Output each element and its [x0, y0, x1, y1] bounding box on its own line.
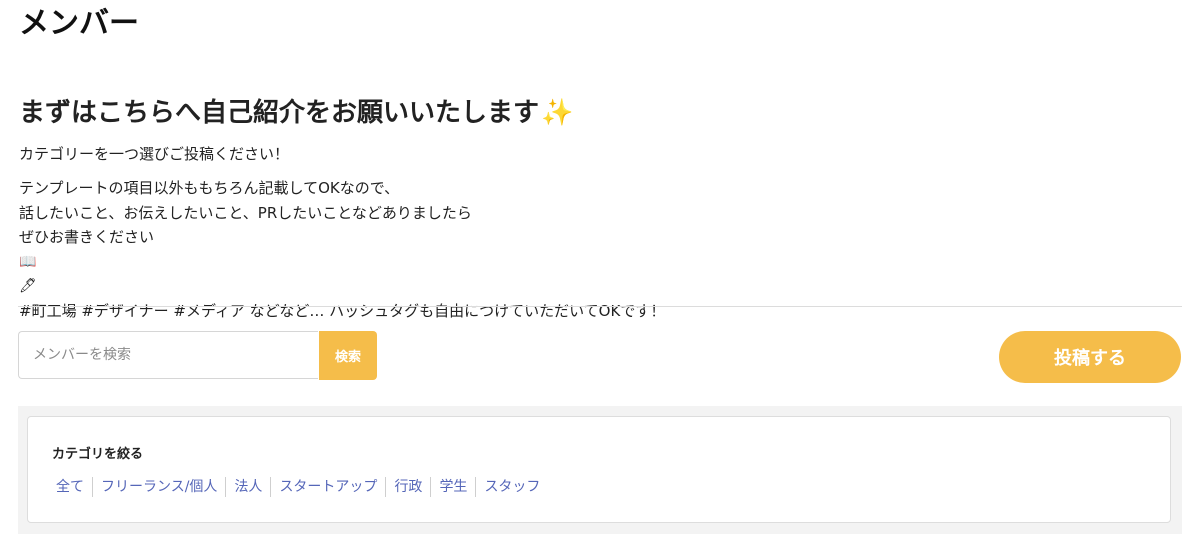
category-filter-card: カテゴリを絞る 全て フリーランス/個人 法人 スタートアップ 行政 学生 スタ…	[27, 416, 1171, 523]
intro-line: テンプレートの項目以外ももちろん記載してOKなので、	[19, 179, 400, 197]
intro-body: テンプレートの項目以外ももちろん記載してOKなので、 話したいこと、お伝えしたい…	[19, 176, 665, 323]
book-icon: 📖	[19, 253, 37, 270]
category-link-staff[interactable]: スタッフ	[475, 477, 548, 497]
category-filter-list: 全て フリーランス/個人 法人 スタートアップ 行政 学生 スタッフ	[48, 477, 548, 497]
page-title: メンバー	[19, 6, 139, 41]
category-filter-area: カテゴリを絞る 全て フリーランス/個人 法人 スタートアップ 行政 学生 スタ…	[18, 406, 1182, 534]
divider	[18, 306, 1182, 307]
intro-heading-text: まずはこちらへ自己紹介をお願いいたします	[19, 98, 540, 128]
intro-lead: カテゴリーを一つ選びご投稿ください！	[19, 145, 290, 163]
post-button[interactable]: 投稿する	[999, 331, 1181, 383]
category-link-freelance[interactable]: フリーランス/個人	[92, 477, 225, 497]
intro-line-text: ぜひお書きください	[19, 228, 155, 246]
member-search-input[interactable]	[18, 331, 318, 379]
pen-icon: 🖊	[19, 278, 37, 294]
category-link-all[interactable]: 全て	[48, 477, 92, 497]
intro-line: #町工場 #デザイナー #メディア などなど… ハッシュタグも自由につけていただ…	[19, 301, 666, 320]
search-button[interactable]: 検索	[319, 331, 377, 380]
sparkles-icon: ✨	[541, 98, 574, 128]
category-link-government[interactable]: 行政	[385, 477, 430, 497]
category-filter-title: カテゴリを絞る	[52, 447, 144, 462]
intro-line: 話したいこと、お伝えしたいこと、PRしたいことなどありましたら	[19, 203, 472, 222]
category-link-startup[interactable]: スタートアップ	[270, 477, 385, 497]
category-link-corporate[interactable]: 法人	[225, 477, 270, 497]
intro-line: ぜひお書きください 📖 🖊	[19, 225, 665, 299]
intro-heading: まずはこちらへ自己紹介をお願いいたします✨	[19, 95, 573, 131]
category-link-student[interactable]: 学生	[430, 477, 475, 497]
